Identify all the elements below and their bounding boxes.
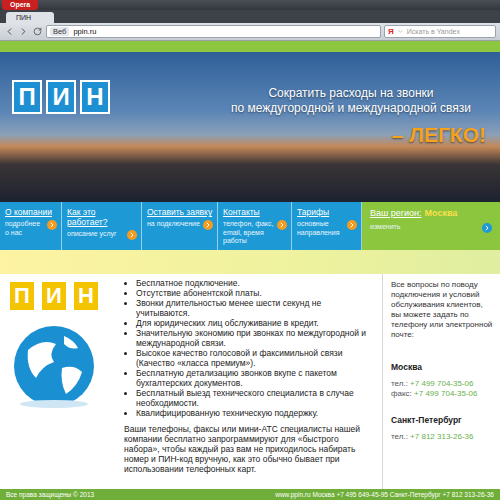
- contact-value[interactable]: +7 812 313-26-36: [410, 432, 473, 441]
- arrow-icon: [482, 223, 492, 233]
- region-line: Ваш регион:Москва: [370, 208, 492, 219]
- dropdown-arrow-icon: [397, 28, 404, 35]
- nav-subtitle: описание услуг: [67, 230, 117, 239]
- hero-logo[interactable]: ПИН: [12, 80, 110, 114]
- back-arrow-icon: [4, 26, 15, 37]
- hero-headline: по междугородной и международной связи: [216, 101, 486, 116]
- contact-value[interactable]: +7 499 704-35-06: [410, 379, 473, 388]
- arrow-icon: [203, 220, 213, 230]
- nav-item[interactable]: Контакты телефон, факс, email, время рабо…: [218, 202, 292, 250]
- feature-item: Квалифицированную техническую поддержку.: [136, 408, 374, 418]
- feature-item: Отсутствие абонентской платы.: [136, 288, 374, 298]
- nav-title[interactable]: Контакты: [223, 207, 287, 217]
- feature-item: Для юридических лиц обслуживание в креди…: [136, 318, 374, 328]
- nav-sub-row: на подключение: [147, 220, 213, 230]
- footer-copyright: Все права защищены © 2013: [6, 489, 94, 500]
- arrow-icon: [47, 220, 57, 230]
- feature-item: Бесплатное подключение.: [136, 278, 374, 288]
- footer-contacts: www.ppin.ru Москва +7 495 649-45-95 Санк…: [275, 489, 494, 500]
- hero-text: Сократить расходы на звонкипо междугород…: [216, 80, 486, 148]
- reload-button[interactable]: [32, 26, 43, 37]
- arrow-icon: [277, 220, 287, 230]
- search-field[interactable]: Я Искать в Yandex: [384, 25, 496, 38]
- nav-item[interactable]: Как это работает? описание услуг: [62, 202, 142, 250]
- forward-arrow-icon: [18, 26, 29, 37]
- nav-title[interactable]: Оставить заявку: [147, 207, 213, 217]
- browser-window: OperaПИНВебppin.ruЯИскать в YandexПИНСок…: [0, 0, 500, 500]
- arrow-icon: [347, 220, 357, 230]
- nav-item[interactable]: Оставить заявку на подключение: [142, 202, 218, 250]
- feature-item: Бесплатную детализацию звонков вкупе с п…: [136, 368, 374, 388]
- nav-subtitle: телефон, факс, email, время работы: [223, 220, 275, 246]
- region-selector[interactable]: Ваш регион:Москва изменить: [362, 202, 500, 250]
- title-bar: Opera: [0, 0, 500, 10]
- hero-headline: Сократить расходы на звонки: [216, 86, 486, 101]
- arrow-icon: [127, 230, 137, 240]
- url-text: ppin.ru: [73, 27, 96, 36]
- feature-item: Высокое качество голосовой и факсимильно…: [136, 348, 374, 368]
- feature-list: Бесплатное подключение.Отсутствие абонен…: [124, 278, 374, 418]
- address-bar: Веб ppin.ru Я Искать в Yandex: [0, 23, 500, 41]
- nav-title[interactable]: О компании: [5, 207, 57, 217]
- footer: Все права защищены © 2013 www.ppin.ru Мос…: [0, 489, 500, 500]
- nav-title[interactable]: Как это работает?: [67, 207, 137, 227]
- description-paragraph: Ваши телефоны, факсы или мини-АТС специа…: [124, 424, 374, 474]
- nav-subtitle: основные направления: [297, 220, 345, 237]
- content-logo: ПИН: [8, 280, 114, 312]
- accent-strip: [0, 250, 500, 274]
- contact-value[interactable]: +7 499 704-35-06: [414, 389, 477, 398]
- main-nav: О компании подробнее о нас Как это работае…: [0, 202, 500, 250]
- logo-letter: П: [12, 80, 42, 114]
- reload-icon: [33, 27, 42, 36]
- browser-tab[interactable]: ПИН: [6, 12, 54, 23]
- side-logo-column: ПИН: [0, 274, 118, 490]
- logo-letter: И: [40, 280, 68, 312]
- nav-sub-row: описание услуг: [67, 230, 137, 240]
- contact-line: факс: +7 499 704-35-06: [391, 389, 494, 399]
- feature-item: Звонки длительностью менее шести секунд …: [136, 298, 374, 318]
- nav-subtitle: подробнее о нас: [5, 220, 45, 237]
- region-value: Москва: [425, 208, 458, 219]
- nav-sub-row: основные направления: [297, 220, 357, 237]
- search-placeholder: Искать в Yandex: [407, 28, 460, 35]
- city-name: Санкт-Петербург: [391, 415, 494, 425]
- logo-letter: И: [46, 80, 76, 114]
- top-strip: [0, 41, 500, 52]
- logo-letter: Н: [80, 80, 110, 114]
- logo-letter: Н: [72, 280, 100, 312]
- forward-button[interactable]: [18, 26, 29, 37]
- url-field[interactable]: Веб ppin.ru: [46, 25, 381, 38]
- nav-item[interactable]: Тарифы основные направления: [292, 202, 362, 250]
- hero-banner: ПИН Сократить расходы на звонкипо междуго…: [0, 52, 500, 202]
- hero-accent: – ЛЕГКО!: [216, 122, 486, 148]
- region-label: Ваш регион:: [370, 208, 422, 219]
- page-content: ПИН Бесплатное подключение.Отсутствие або…: [0, 274, 500, 490]
- logo-letter: П: [8, 280, 36, 312]
- web-badge: Веб: [50, 27, 69, 36]
- contact-line: тел.: +7 812 313-26-36: [391, 432, 494, 442]
- city-contacts: Москва тел.: +7 499 704-35-06факс: +7 499…: [391, 362, 494, 399]
- city-name: Москва: [391, 362, 494, 372]
- city-contacts: Санкт-Петербург тел.: +7 812 313-26-36: [391, 415, 494, 442]
- features-column: Бесплатное подключение.Отсутствие абонен…: [118, 274, 382, 490]
- nav-sub-row: подробнее о нас: [5, 220, 57, 237]
- region-action[interactable]: изменить: [370, 223, 400, 232]
- back-button[interactable]: [4, 26, 15, 37]
- contact-line: тел.: +7 499 704-35-06: [391, 379, 494, 389]
- contacts-intro: Все вопросы по поводу подключения и усло…: [391, 280, 494, 340]
- yandex-icon: Я: [388, 27, 394, 36]
- feature-item: Бесплатный выезд технического специалист…: [136, 388, 374, 408]
- tab-bar: ПИН: [0, 10, 500, 23]
- region-action-row: изменить: [370, 223, 492, 233]
- globe-icon: [8, 320, 100, 412]
- feature-item: Значительную экономию при звонках по меж…: [136, 328, 374, 348]
- nav-item[interactable]: О компании подробнее о нас: [0, 202, 62, 250]
- contacts-column: Все вопросы по поводу подключения и усло…: [382, 274, 500, 490]
- opera-menu-button[interactable]: Opera: [2, 0, 38, 10]
- nav-title[interactable]: Тарифы: [297, 207, 357, 217]
- nav-sub-row: телефон, факс, email, время работы: [223, 220, 287, 246]
- nav-subtitle: на подключение: [147, 220, 200, 229]
